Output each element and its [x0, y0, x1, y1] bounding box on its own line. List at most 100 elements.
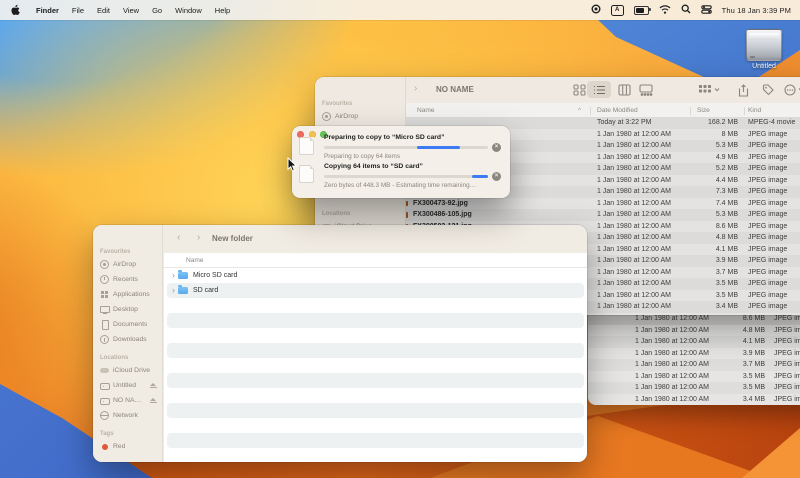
copy-progress-dialog[interactable]: Preparing to copy to “Micro SD card” × P… [292, 126, 510, 198]
disclosure-chevron-icon[interactable]: › [172, 271, 175, 280]
file-row[interactable]: FX300473-92.jpg1 Jan 1980 at 12:00 AM7.4… [406, 198, 800, 210]
file-row[interactable]: FX300486-105.jpg1 Jan 1980 at 12:00 AM5.… [406, 209, 800, 221]
file-row[interactable]: 1 Jan 1980 at 12:00 AM4.8 MBJPEG image [588, 325, 800, 337]
column-header-size[interactable]: Size [697, 107, 710, 114]
sidebar-item-network[interactable]: Network [93, 408, 162, 423]
file-date: 1 Jan 1980 at 12:00 AM [597, 290, 671, 302]
folder-row[interactable]: › Micro SD card [167, 268, 584, 283]
sidebar-item-airdrop[interactable]: AirDrop [93, 257, 162, 272]
column-divider[interactable] [690, 107, 691, 116]
view-grid-icon[interactable] [573, 84, 586, 96]
empty-row [167, 313, 584, 328]
folder-name: Micro SD card [193, 272, 237, 279]
wifi-icon[interactable] [659, 1, 671, 19]
file-kind: JPEG image [748, 255, 787, 267]
input-source-icon[interactable]: A [611, 5, 624, 16]
view-gallery-icon[interactable] [639, 84, 653, 96]
sidebar-item-label: AirDrop [113, 261, 136, 268]
file-kind: JPEG image [774, 371, 800, 383]
empty-row [167, 448, 584, 462]
sidebar-item-downloads[interactable]: Downloads [93, 332, 162, 347]
battery-icon[interactable] [634, 6, 649, 15]
sidebar-item-label: Downloads [113, 336, 147, 343]
control-center-icon[interactable] [701, 1, 712, 19]
file-kind: JPEG image [748, 232, 787, 244]
share-icon[interactable] [738, 84, 749, 97]
sidebar-item-airdrop[interactable]: AirDrop [315, 109, 405, 124]
file-row[interactable]: 1 Jan 1980 at 12:00 AM3.5 MBJPEG image [588, 382, 800, 394]
stop-copy-button[interactable]: × [492, 143, 501, 152]
sidebar-item-red[interactable]: Red [93, 439, 162, 454]
column-divider[interactable] [744, 107, 745, 116]
clock-icon [100, 275, 109, 284]
file-kind: JPEG image [748, 278, 787, 290]
column-header-kind[interactable]: Kind [748, 107, 761, 114]
sidebar-item-recents[interactable]: Recents [93, 272, 162, 287]
sidebar-item-desktop[interactable]: Desktop [93, 302, 162, 317]
menu-bar-clock[interactable]: Thu 18 Jan 3:39 PM [722, 6, 791, 15]
progress-fill [417, 146, 460, 150]
menu-view[interactable]: View [123, 6, 139, 15]
sidebar-item-untitled[interactable]: Untitled [93, 378, 162, 393]
sidebar-item-applications[interactable]: Applications [93, 287, 162, 302]
menu-finder[interactable]: Finder [36, 6, 59, 15]
view-columns-icon[interactable] [618, 84, 631, 96]
back-button[interactable]: ‹ [177, 233, 180, 243]
menu-items: Finder File Edit View Go Window Help [29, 6, 230, 15]
sidebar-item-icloud-drive[interactable]: iCloud Drive [93, 363, 162, 378]
file-kind: JPEG image [748, 301, 787, 313]
view-list-icon[interactable] [593, 85, 606, 95]
disclosure-chevron-icon[interactable]: › [172, 286, 175, 295]
progress-fill [472, 175, 488, 179]
column-divider[interactable] [590, 107, 591, 116]
file-row[interactable]: 1 Jan 1980 at 12:00 AM3.5 MBJPEG image [588, 371, 800, 383]
file-row[interactable]: 1 Jan 1980 at 12:00 AM4.1 MBJPEG image [588, 336, 800, 348]
document-icon [100, 320, 109, 329]
folder-icon [178, 287, 188, 294]
background-finder-window-fragment[interactable]: 1 Jan 1980 at 12:00 AM8.6 MBJPEG image1 … [588, 313, 800, 405]
file-date: 1 Jan 1980 at 12:00 AM [635, 348, 709, 360]
folder-row[interactable]: ›SD card [167, 283, 584, 298]
more-actions-icon[interactable] [784, 84, 796, 96]
menu-help[interactable]: Help [215, 6, 230, 15]
stop-copy-button[interactable]: × [492, 172, 501, 181]
sidebar-item-label: Red [113, 443, 125, 450]
file-size: 4.1 MB [668, 244, 738, 256]
file-kind: JPEG image [774, 336, 800, 348]
file-row[interactable]: 1 Jan 1980 at 12:00 AM3.4 MBJPEG image [588, 394, 800, 406]
external-drive-icon[interactable] [746, 29, 782, 61]
eject-icon[interactable] [150, 397, 157, 404]
file-name: FX300486-105.jpg [413, 209, 472, 221]
group-by-icon[interactable] [698, 84, 711, 96]
file-row[interactable]: 1 Jan 1980 at 12:00 AM3.7 MBJPEG image [588, 359, 800, 371]
file-rows: › Micro SD card ›SD card [164, 268, 587, 462]
airdrop-icon [100, 260, 109, 269]
file-row[interactable]: 1 Jan 1980 at 12:00 AM3.9 MBJPEG image [588, 348, 800, 360]
column-header-date[interactable]: Date Modified [597, 107, 638, 114]
file-document-icon [299, 165, 314, 183]
menu-file[interactable]: File [72, 6, 84, 15]
tags-icon[interactable] [762, 84, 774, 96]
sidebar: FavouritesAirDropRecentsApplicationsDesk… [93, 225, 163, 462]
search-icon[interactable] [681, 1, 691, 19]
desktop-volume-icon[interactable]: Untitled [742, 29, 786, 70]
finder-window-new-folder[interactable]: ‹ › New folder FavouritesAirDropRecentsA… [93, 225, 587, 462]
file-kind: JPEG image [748, 221, 787, 233]
file-size: 7.3 MB [668, 186, 738, 198]
sidebar-item-no-na-[interactable]: NO NA… [93, 393, 162, 408]
menu-go[interactable]: Go [152, 6, 162, 15]
menu-bar: Finder File Edit View Go Window Help A Thu 18 … [0, 0, 800, 20]
eject-icon[interactable] [150, 382, 157, 389]
column-header-name[interactable]: Name [417, 107, 435, 114]
forward-button[interactable]: › [414, 84, 417, 94]
file-size: 4.9 MB [668, 152, 738, 164]
apple-menu[interactable] [10, 4, 20, 16]
menu-window[interactable]: Window [175, 6, 202, 15]
recording-icon[interactable] [591, 1, 601, 19]
file-kind: JPEG image [748, 140, 787, 152]
menu-edit[interactable]: Edit [97, 6, 110, 15]
airdrop-icon [322, 112, 331, 121]
column-header-name[interactable]: Name [186, 257, 204, 264]
sidebar-item-documents[interactable]: Documents [93, 317, 162, 332]
forward-button[interactable]: › [197, 233, 200, 243]
